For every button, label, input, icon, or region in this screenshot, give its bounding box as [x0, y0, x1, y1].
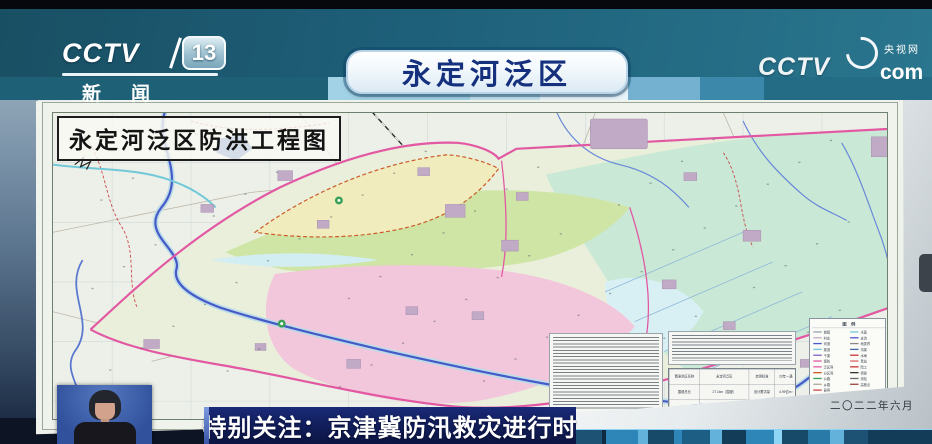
right-wall-tab — [919, 254, 932, 292]
legend-swatch — [850, 384, 858, 385]
legend-swatch — [850, 366, 858, 367]
map-notes-block: 蓄滞洪区名称永定河泛区启用标准20年一遇围堤总长27.1km（围堤）设计蓄洪量4… — [549, 331, 796, 415]
info-table-cell: 总面积 — [669, 400, 699, 415]
legend-label: 泛区界 — [824, 364, 834, 369]
legend-box: 图例 城镇村庄河道渠道干渠堤防泛区界分区界公路乡路县界铁路 水面支流地类界沟渠水… — [809, 318, 886, 406]
legend-swatch — [813, 378, 821, 379]
legend-label: 水闸 — [860, 353, 866, 358]
legend-swatch — [813, 343, 821, 344]
legend-swatch — [813, 395, 821, 396]
cctvcom-site-name: 央视网 — [884, 41, 920, 56]
legend-label: 县界 — [824, 388, 830, 393]
legend-swatch — [813, 360, 821, 361]
info-table-row: 围堤总长27.1km（围堤）设计蓄洪量4.99亿m³ — [669, 385, 796, 400]
map-paper: 永定河泛区防洪工程图 图例 城镇村庄河道渠道干渠堤防泛区界分区界公路乡路县界铁路… — [36, 96, 904, 436]
legend-label: 村庄 — [824, 335, 830, 340]
legend-label: 乡路 — [824, 382, 830, 387]
bottom-segment-bar — [576, 429, 932, 444]
map-outer-frame: 永定河泛区防洪工程图 图例 城镇村庄河道渠道干渠堤防泛区界分区界公路乡路县界铁路… — [42, 102, 898, 430]
legend-label: 支流 — [860, 335, 866, 340]
legend-swatch — [850, 360, 858, 361]
info-table-cell: 设计蓄洪量 — [749, 385, 775, 400]
info-table-cell: 围堤总长 — [669, 385, 699, 400]
interpreter-body — [74, 422, 136, 444]
legend-label: 险工 — [860, 364, 866, 369]
legend-swatch — [813, 366, 821, 367]
info-table-cell: 27.1km（围堤） — [700, 385, 749, 400]
ticker-text: 特别关注：京津冀防汛救灾进行时 — [203, 408, 578, 443]
cctv13-underline — [62, 73, 218, 76]
legend-swatch — [850, 355, 858, 356]
legend-swatch — [850, 337, 858, 338]
info-table: 蓄滞洪区名称永定河泛区启用标准20年一遇围堤总长27.1km（围堤）设计蓄洪量4… — [668, 368, 796, 415]
cctvcom-logo: CCTV 央视网 com — [758, 35, 932, 93]
legend-swatch — [813, 384, 821, 385]
legend-label: 高程点 — [860, 382, 870, 387]
title-banner: 永定河泛区 — [346, 50, 628, 94]
legend-label: 城镇 — [824, 330, 830, 335]
legend-label: 分区界 — [824, 370, 834, 375]
cctv13-slash — [169, 37, 182, 68]
info-table-cell: 4.99亿m³ — [775, 385, 796, 400]
cctv13-wordmark: CCTV — [62, 38, 140, 69]
cctv13-subtitle: 新闻 — [82, 79, 180, 106]
map-title: 永定河泛区防洪工程图 — [57, 116, 341, 161]
legend-swatch — [850, 372, 858, 373]
legend-label: 渠道 — [824, 347, 830, 352]
legend-label: 桥梁 — [860, 370, 866, 375]
info-table-cell: 43.5万亩 — [775, 400, 796, 415]
ticker-bar: 特别关注：京津冀防汛救灾进行时 — [204, 407, 576, 444]
legend-label: 沟渠 — [860, 347, 866, 352]
legend-title: 图例 — [812, 320, 886, 328]
legend-label: 干渠 — [824, 353, 830, 358]
title-banner-label: 永定河泛区 — [402, 51, 572, 93]
broadcast-frame: 永定河泛区防洪工程图 图例 城镇村庄河道渠道干渠堤防泛区界分区界公路乡路县界铁路… — [0, 0, 932, 444]
legend-label: 堤防 — [824, 359, 830, 364]
top-black-bar — [0, 0, 932, 9]
date-caption: 二〇二二年六月 — [830, 398, 914, 413]
cctvcom-domain: com — [880, 61, 923, 85]
sign-language-interpreter-video — [57, 385, 152, 444]
left-wall-shadow — [0, 97, 38, 444]
channel-13-badge: 13 — [182, 36, 226, 70]
info-table-cell: 蓄滞洪区名称 — [669, 369, 699, 384]
cctvcom-wordmark: CCTV — [758, 53, 830, 82]
interpreter-fringe — [95, 396, 115, 403]
legend-label: 公路 — [824, 376, 830, 381]
info-table-cell: 启用标准 — [749, 369, 775, 384]
info-table-cell: 永定河泛区 — [700, 369, 749, 384]
legend-swatch — [850, 343, 858, 344]
flood-map: 永定河泛区防洪工程图 图例 城镇村庄河道渠道干渠堤防泛区界分区界公路乡路县界铁路… — [52, 112, 888, 420]
legend-swatch — [850, 331, 858, 332]
legend-swatch — [813, 349, 821, 350]
cctvcom-ring-icon — [839, 30, 884, 75]
info-table-cell: 802.8km²（蓄滞洪区） — [700, 400, 749, 415]
info-table-cell: 淹没耕地 — [749, 400, 775, 415]
legend-label: 泵站 — [860, 359, 866, 364]
legend-left-column: 城镇村庄河道渠道干渠堤防泛区界分区界公路乡路县界铁路 — [812, 328, 849, 400]
legend-label: 地类界 — [860, 341, 870, 346]
legend-swatch — [813, 372, 821, 373]
legend-row: 高程点 — [850, 381, 884, 387]
info-table-row: 蓄滞洪区名称永定河泛区启用标准20年一遇 — [669, 369, 796, 384]
legend-swatch — [850, 349, 858, 350]
info-table-cell: 20年一遇 — [775, 369, 796, 384]
legend-swatch — [813, 331, 821, 332]
legend-label: 测站 — [860, 376, 866, 381]
legend-right-column: 水面支流地类界沟渠水闸泵站险工桥梁测站高程点 — [849, 328, 886, 400]
legend-label: 河道 — [824, 341, 830, 346]
cctv13-logo: CCTV 13 新闻 — [62, 36, 242, 98]
info-table-row: 总面积802.8km²（蓄滞洪区）淹没耕地43.5万亩 — [669, 400, 796, 415]
description-paragraph-left — [549, 333, 663, 413]
legend-swatch — [813, 355, 821, 356]
legend-swatch — [813, 389, 821, 390]
description-paragraph-right — [668, 331, 796, 365]
legend-swatch — [813, 337, 821, 338]
legend-swatch — [850, 378, 858, 379]
legend-label: 水面 — [860, 330, 866, 335]
